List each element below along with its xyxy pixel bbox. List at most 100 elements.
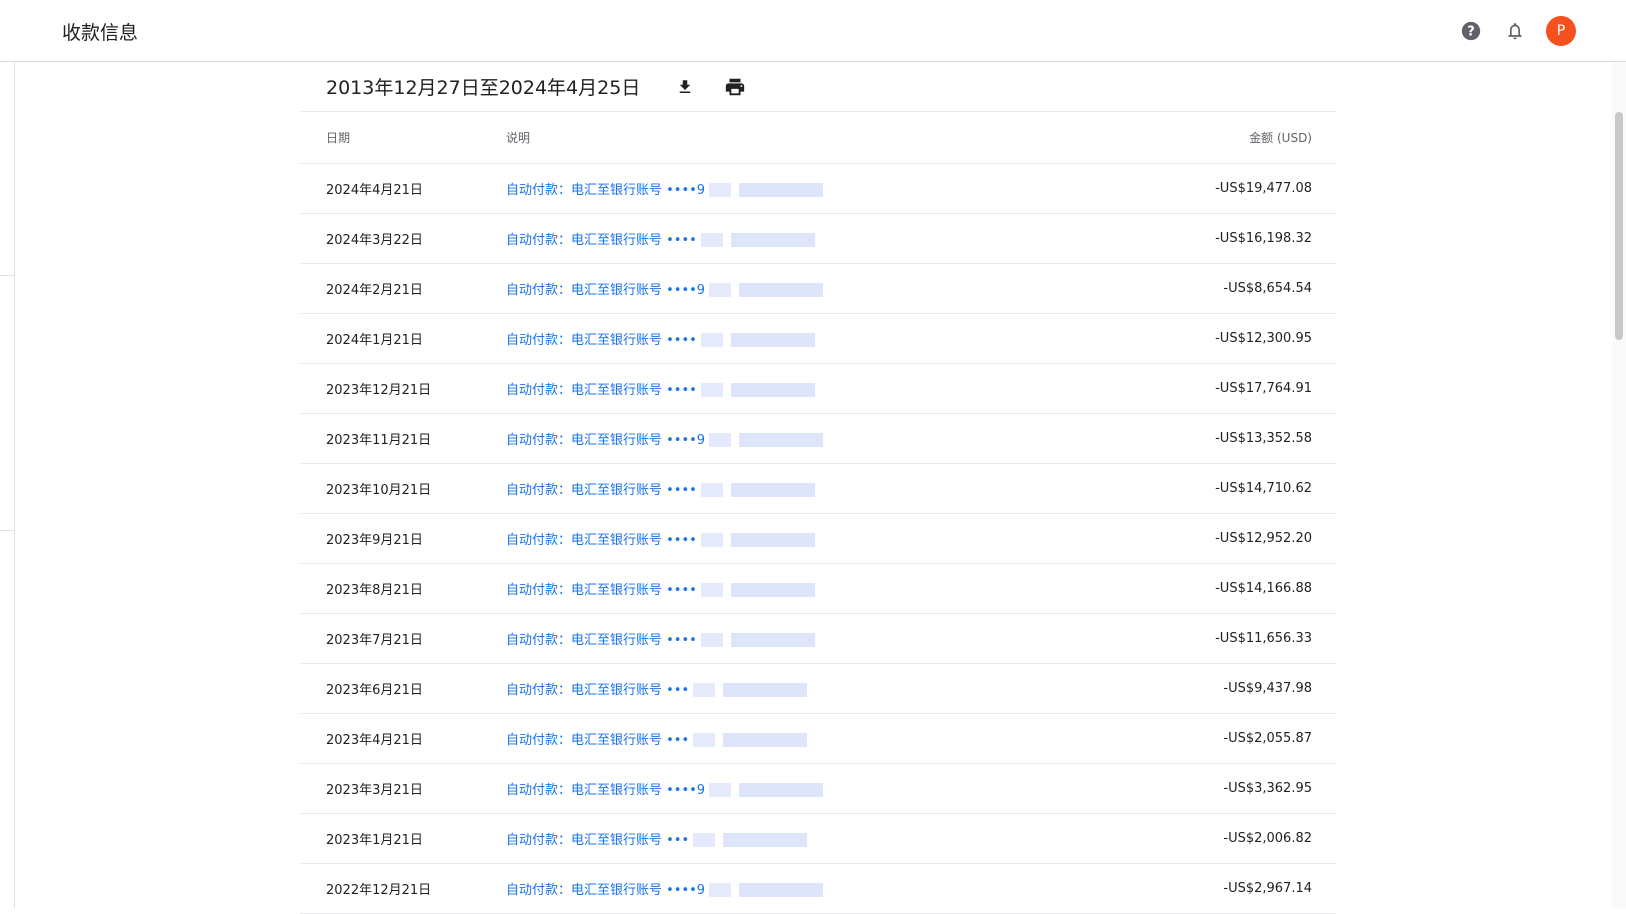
row-amount: -US$12,952.20 [1086, 513, 1336, 564]
row-description-cell: 自动付款：电汇至银行账号 •••• [506, 463, 1086, 514]
row-date: 2024年3月22日 [300, 213, 506, 264]
masked-account-redaction [700, 633, 823, 648]
top-actions: ? P [1458, 16, 1580, 46]
row-description-cell: 自动付款：电汇至银行账号 •••• [506, 213, 1086, 264]
masked-account-redaction [700, 333, 823, 348]
payments-table: 日期 说明 金额 (USD) 2024年4月21日 自动付款：电汇至银行账号 ••… [300, 112, 1336, 914]
table-row: 2023年9月21日 自动付款：电汇至银行账号 •••• -US$12,952.20 [300, 513, 1336, 564]
row-description-link[interactable]: 自动付款：电汇至银行账号 •••• [506, 483, 697, 498]
row-description-cell: 自动付款：电汇至银行账号 •••• [506, 363, 1086, 414]
row-amount: -US$11,656.33 [1086, 613, 1336, 664]
masked-account-redaction [709, 183, 831, 198]
row-date: 2023年1月21日 [300, 813, 506, 864]
table-row: 2022年12月21日 自动付款：电汇至银行账号 ••••9 -US$2,967.1… [300, 863, 1336, 914]
row-amount: -US$2,967.14 [1086, 863, 1336, 914]
masked-account-redaction [700, 483, 823, 498]
row-date: 2023年9月21日 [300, 513, 506, 564]
row-amount: -US$2,006.82 [1086, 813, 1336, 864]
row-description-link[interactable]: 自动付款：电汇至银行账号 •••• [506, 333, 697, 348]
masked-account-redaction [709, 283, 831, 298]
table-row: 2024年3月22日 自动付款：电汇至银行账号 •••• -US$16,198.32 [300, 213, 1336, 264]
row-description-link[interactable]: 自动付款：电汇至银行账号 •••• [506, 583, 697, 598]
table-row: 2023年4月21日 自动付款：电汇至银行账号 ••• -US$2,055.87 [300, 713, 1336, 764]
top-app-bar: 收款信息 ? P [0, 0, 1626, 62]
row-description-cell: 自动付款：电汇至银行账号 ••••9 [506, 763, 1086, 814]
table-row: 2023年3月21日 自动付款：电汇至银行账号 ••••9 -US$3,362.95 [300, 763, 1336, 814]
masked-account-redaction [709, 783, 831, 798]
row-description-cell: 自动付款：电汇至银行账号 •••• [506, 313, 1086, 364]
avatar[interactable]: P [1546, 16, 1580, 46]
row-amount: -US$2,055.87 [1086, 713, 1336, 764]
header-description: 说明 [506, 112, 1086, 164]
row-amount: -US$16,198.32 [1086, 213, 1336, 264]
row-date: 2023年12月21日 [300, 363, 506, 414]
row-description-link[interactable]: 自动付款：电汇至银行账号 ••• [506, 733, 689, 748]
row-date: 2023年10月21日 [300, 463, 506, 514]
row-description-link[interactable]: 自动付款：电汇至银行账号 ••••9 [506, 183, 705, 198]
page-title: 收款信息 [62, 22, 139, 44]
bell-icon[interactable] [1502, 18, 1528, 44]
row-amount: -US$14,710.62 [1086, 463, 1336, 514]
masked-account-redaction [700, 383, 823, 398]
row-description-link[interactable]: 自动付款：电汇至银行账号 ••••9 [506, 883, 705, 898]
row-description-link[interactable]: 自动付款：电汇至银行账号 •••• [506, 383, 697, 398]
date-range-title: 2013年12月27日至2024年4月25日 [326, 77, 641, 99]
row-description-cell: 自动付款：电汇至银行账号 ••••9 [506, 163, 1086, 214]
row-amount: -US$3,362.95 [1086, 763, 1336, 814]
row-description-cell: 自动付款：电汇至银行账号 ••• [506, 713, 1086, 764]
row-description-link[interactable]: 自动付款：电汇至银行账号 •••• [506, 233, 697, 248]
row-amount: -US$8,654.54 [1086, 263, 1336, 314]
table-row: 2023年11月21日 自动付款：电汇至银行账号 ••••9 -US$13,352.… [300, 413, 1336, 464]
row-description-cell: 自动付款：电汇至银行账号 •••• [506, 613, 1086, 664]
download-icon[interactable] [672, 74, 698, 100]
masked-account-redaction [700, 233, 823, 248]
row-amount: -US$9,437.98 [1086, 663, 1336, 714]
table-row: 2023年1月21日 自动付款：电汇至银行账号 ••• -US$2,006.82 [300, 813, 1336, 864]
row-description-link[interactable]: 自动付款：电汇至银行账号 ••••9 [506, 433, 705, 448]
masked-account-redaction [700, 583, 823, 598]
row-date: 2024年1月21日 [300, 313, 506, 364]
row-description-link[interactable]: 自动付款：电汇至银行账号 ••••9 [506, 783, 705, 798]
masked-account-redaction [693, 733, 815, 748]
left-rail-divider [14, 0, 15, 908]
row-date: 2022年12月21日 [300, 863, 506, 914]
header-date: 日期 [300, 112, 506, 164]
table-row: 2023年8月21日 自动付款：电汇至银行账号 •••• -US$14,166.88 [300, 563, 1336, 614]
row-date: 2023年3月21日 [300, 763, 506, 814]
help-icon[interactable]: ? [1458, 18, 1484, 44]
row-description-cell: 自动付款：电汇至银行账号 ••••9 [506, 413, 1086, 464]
row-date: 2023年7月21日 [300, 613, 506, 664]
row-amount: -US$14,166.88 [1086, 563, 1336, 614]
row-description-link[interactable]: 自动付款：电汇至银行账号 ••• [506, 683, 689, 698]
row-date: 2024年4月21日 [300, 163, 506, 214]
row-description-link[interactable]: 自动付款：电汇至银行账号 ••• [506, 833, 689, 848]
row-description-cell: 自动付款：电汇至银行账号 ••••9 [506, 263, 1086, 314]
svg-text:?: ? [1467, 25, 1474, 40]
table-row: 2023年10月21日 自动付款：电汇至银行账号 •••• -US$14,710.6… [300, 463, 1336, 514]
row-description-cell: 自动付款：电汇至银行账号 •••• [506, 513, 1086, 564]
masked-account-redaction [693, 683, 815, 698]
masked-account-redaction [700, 533, 823, 548]
row-amount: -US$17,764.91 [1086, 363, 1336, 414]
row-description-link[interactable]: 自动付款：电汇至银行账号 •••• [506, 533, 697, 548]
print-icon[interactable] [722, 74, 748, 100]
row-description-cell: 自动付款：电汇至银行账号 •••• [506, 563, 1086, 614]
row-date: 2024年2月21日 [300, 263, 506, 314]
avatar-letter: P [1556, 23, 1566, 39]
header-amount: 金额 (USD) [1086, 112, 1336, 164]
left-rail-tick [0, 530, 14, 531]
table-row: 2023年6月21日 自动付款：电汇至银行账号 ••• -US$9,437.98 [300, 663, 1336, 714]
table-row: 2023年12月21日 自动付款：电汇至银行账号 •••• -US$17,764.9… [300, 363, 1336, 414]
scrollbar-thumb[interactable] [1615, 112, 1623, 340]
row-description-cell: 自动付款：电汇至银行账号 ••••9 [506, 863, 1086, 914]
table-row: 2023年7月21日 自动付款：电汇至银行账号 •••• -US$11,656.33 [300, 613, 1336, 664]
row-description-link[interactable]: 自动付款：电汇至银行账号 •••• [506, 633, 697, 648]
masked-account-redaction [709, 883, 831, 898]
row-date: 2023年6月21日 [300, 663, 506, 714]
statement-header: 2013年12月27日至2024年4月25日 [300, 62, 1336, 112]
table-header-row: 日期 说明 金额 (USD) [300, 112, 1336, 164]
payments-content: 2013年12月27日至2024年4月25日 日期 说明 金额 (USD) 20… [300, 62, 1336, 914]
row-date: 2023年4月21日 [300, 713, 506, 764]
row-description-link[interactable]: 自动付款：电汇至银行账号 ••••9 [506, 283, 705, 298]
row-amount: -US$12,300.95 [1086, 313, 1336, 364]
